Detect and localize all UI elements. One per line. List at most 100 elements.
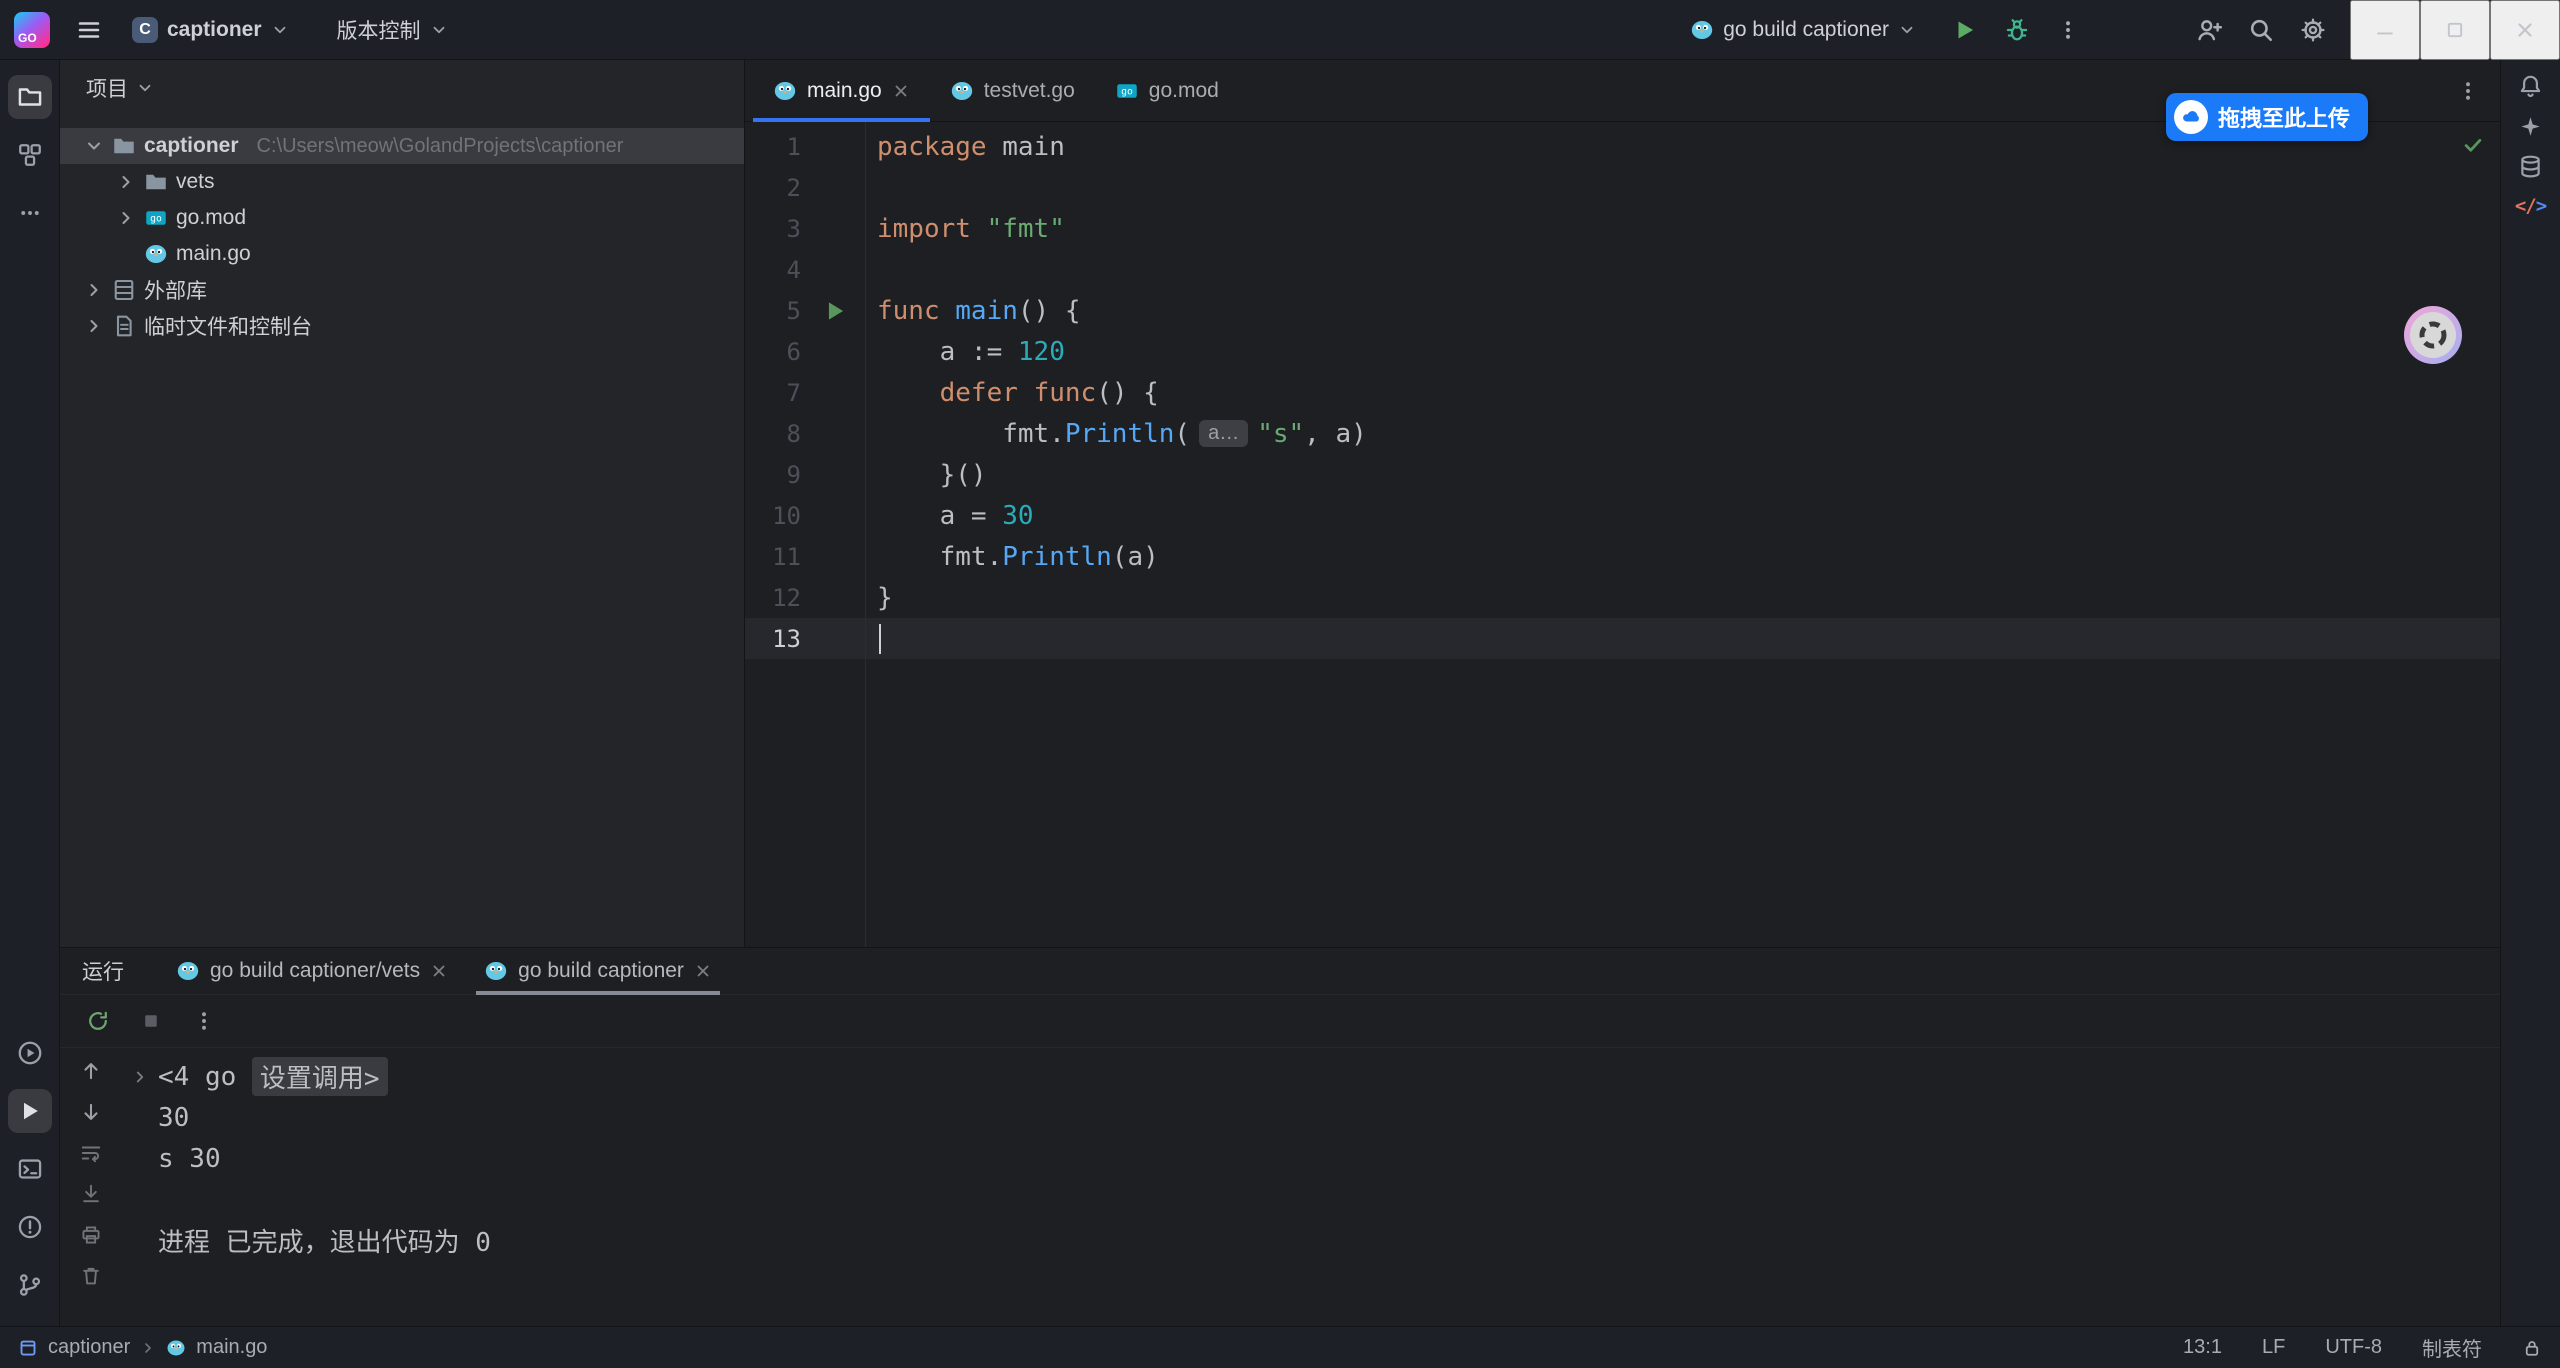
search-everywhere-icon[interactable] — [2248, 17, 2274, 43]
line-number[interactable]: 12 — [745, 584, 807, 612]
line-ending[interactable]: LF — [2262, 1336, 2285, 1359]
previous-occurrence-button[interactable] — [80, 1060, 102, 1082]
caret-position[interactable]: 13:1 — [2183, 1336, 2222, 1359]
stop-button[interactable] — [140, 1010, 162, 1032]
window-minimize-button[interactable] — [2350, 0, 2420, 60]
indent-style[interactable]: 制表符 — [2422, 1333, 2482, 1362]
tree-row-maingo[interactable]: main.go — [60, 236, 744, 272]
tree-row-external-libraries[interactable]: 外部库 — [60, 272, 744, 308]
code-text[interactable]: fmt.Println(a) — [865, 542, 1159, 572]
hamburger-menu-icon[interactable] — [76, 17, 102, 43]
code-text[interactable]: package main — [865, 132, 1065, 162]
inspections-ok-check-icon[interactable] — [2462, 134, 2484, 156]
tree-row-vets[interactable]: vets — [60, 164, 744, 200]
statusbar-project[interactable]: captioner — [48, 1336, 130, 1359]
code-text[interactable]: } — [865, 583, 893, 613]
chevron-right-icon[interactable] — [116, 172, 136, 192]
project-panel-header[interactable]: 项目 — [60, 60, 744, 116]
tree-row-captioner[interactable]: captioner C:\Users\meow\GolandProjects\c… — [60, 128, 744, 164]
debug-button[interactable] — [2004, 17, 2030, 43]
terminal-toolwindow-button[interactable] — [8, 1147, 52, 1191]
editor-tab-testvetgo[interactable]: testvet.go — [930, 60, 1095, 121]
run-tab-captioner[interactable]: go build captioner — [466, 948, 730, 994]
run-toolwindow-button[interactable] — [8, 1089, 52, 1133]
git-toolwindow-button[interactable] — [8, 1263, 52, 1307]
chevron-right-icon[interactable] — [84, 316, 104, 336]
project-toolwindow-button[interactable] — [8, 75, 52, 119]
chevron-right-icon[interactable] — [84, 280, 104, 300]
code-text[interactable]: a := 120 — [865, 337, 1065, 367]
close-tab-icon[interactable] — [892, 82, 910, 100]
code-text[interactable]: import "fmt" — [865, 214, 1065, 244]
code-line[interactable]: 10 a = 30 — [745, 495, 2500, 536]
more-actions-button[interactable] — [2056, 18, 2080, 42]
print-button[interactable] — [80, 1224, 102, 1246]
problems-toolwindow-button[interactable] — [8, 1205, 52, 1249]
close-tab-icon[interactable] — [694, 962, 712, 980]
code-line[interactable]: 4 — [745, 249, 2500, 290]
code-line[interactable]: 11 fmt.Println(a) — [745, 536, 2500, 577]
line-number[interactable]: 13 — [745, 625, 807, 653]
code-line[interactable]: 7 defer func() { — [745, 372, 2500, 413]
code-text[interactable]: fmt.Println(a…"s", a) — [865, 419, 1367, 449]
structure-toolwindow-button[interactable] — [8, 133, 52, 177]
vcs-menu[interactable]: 版本控制 — [327, 9, 458, 51]
database-toolwindow-button[interactable] — [2518, 154, 2543, 179]
editor-options-kebab-icon[interactable] — [2456, 79, 2480, 103]
line-number[interactable]: 1 — [745, 133, 807, 161]
line-number[interactable]: 2 — [745, 174, 807, 202]
floating-assistant-ball[interactable] — [2402, 304, 2464, 366]
rerun-button[interactable] — [86, 1009, 110, 1033]
clear-console-button[interactable] — [80, 1265, 102, 1287]
line-number[interactable]: 9 — [745, 461, 807, 489]
run-config-selector[interactable]: go build captioner — [1680, 12, 1926, 48]
chevron-right-icon[interactable] — [116, 208, 136, 228]
code-text[interactable] — [865, 624, 881, 654]
code-editor[interactable]: 1 package main 2 3 import "fmt" 4 5 func main()… — [745, 122, 2500, 947]
code-with-me-icon[interactable] — [2196, 17, 2222, 43]
statusbar-file[interactable]: main.go — [196, 1336, 267, 1359]
run-tab-vets[interactable]: go build captioner/vets — [158, 948, 466, 994]
netdisk-upload-dropzone[interactable]: 拖拽至此上传 — [2166, 93, 2368, 141]
tree-row-gomod[interactable]: go.mod — [60, 200, 744, 236]
project-selector[interactable]: C captioner — [122, 11, 299, 49]
line-number[interactable]: 6 — [745, 338, 807, 366]
code-plugin-icon[interactable]: </> — [2515, 195, 2546, 217]
window-maximize-button[interactable] — [2420, 0, 2490, 60]
run-options-kebab-icon[interactable] — [192, 1009, 216, 1033]
code-line[interactable]: 6 a := 120 — [745, 331, 2500, 372]
code-line[interactable]: 9 }() — [745, 454, 2500, 495]
code-text[interactable]: func main() { — [865, 296, 1081, 326]
line-number[interactable]: 4 — [745, 256, 807, 284]
line-number[interactable]: 3 — [745, 215, 807, 243]
next-occurrence-button[interactable] — [80, 1101, 102, 1123]
file-encoding[interactable]: UTF-8 — [2325, 1336, 2382, 1359]
window-close-button[interactable] — [2490, 0, 2560, 60]
tree-row-scratches[interactable]: 临时文件和控制台 — [60, 308, 744, 344]
line-number[interactable]: 10 — [745, 502, 807, 530]
ai-assistant-icon[interactable] — [2519, 115, 2542, 138]
folded-setup-calls[interactable]: 设置调用> — [252, 1057, 388, 1096]
soft-wrap-button[interactable] — [80, 1142, 102, 1164]
code-line[interactable]: 12} — [745, 577, 2500, 618]
line-number[interactable]: 5 — [745, 297, 807, 325]
line-number[interactable]: 8 — [745, 420, 807, 448]
code-line[interactable]: 3 import "fmt" — [745, 208, 2500, 249]
settings-gear-icon[interactable] — [2300, 17, 2326, 43]
line-number[interactable]: 7 — [745, 379, 807, 407]
editor-tab-maingo[interactable]: main.go — [753, 60, 930, 121]
chevron-down-icon[interactable] — [84, 136, 104, 156]
run-toolwindow-title[interactable]: 运行 — [82, 948, 124, 994]
code-text[interactable]: }() — [865, 460, 987, 490]
code-text[interactable]: a = 30 — [865, 501, 1034, 531]
notifications-bell-icon[interactable] — [2518, 74, 2543, 99]
code-text[interactable]: defer func() { — [865, 378, 1159, 408]
line-number[interactable]: 11 — [745, 543, 807, 571]
editor-tab-gomod[interactable]: go.mod — [1095, 60, 1239, 121]
code-line[interactable]: 13 — [745, 618, 2500, 659]
more-toolwindows-button[interactable] — [8, 191, 52, 235]
readonly-lock-icon[interactable] — [2522, 1338, 2542, 1358]
code-line[interactable]: 8 fmt.Println(a…"s", a) — [745, 413, 2500, 454]
code-line[interactable]: 2 — [745, 167, 2500, 208]
run-button[interactable] — [1952, 17, 1978, 43]
